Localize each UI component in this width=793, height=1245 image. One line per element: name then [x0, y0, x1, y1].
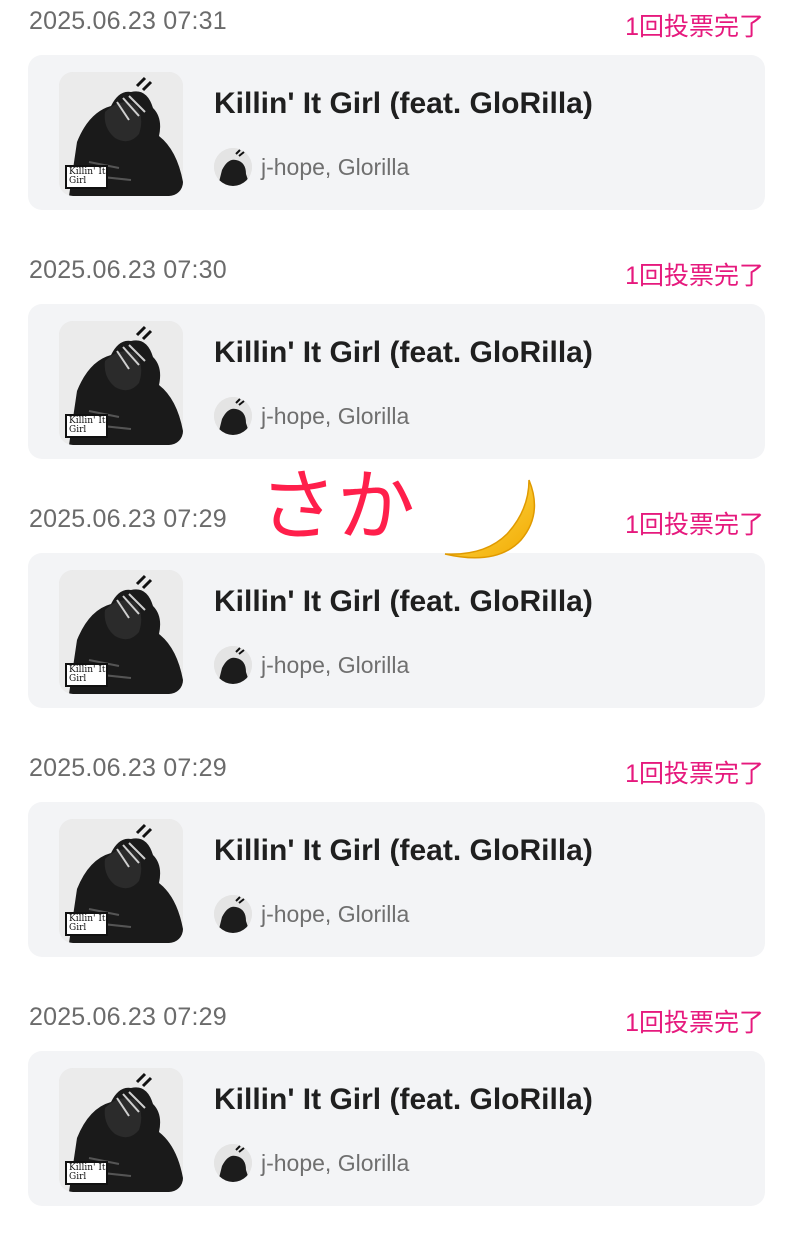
- song-card[interactable]: Killin' It Girl Killin' It Girl (feat. G…: [28, 304, 765, 459]
- album-cover: Killin' It Girl: [59, 1068, 183, 1192]
- artist-avatar: [214, 1144, 252, 1182]
- album-cover: Killin' It Girl: [59, 321, 183, 445]
- cover-title-badge: Killin' It Girl: [65, 414, 108, 438]
- vote-status-label: 1回投票完了: [625, 262, 764, 290]
- artist-avatar: [214, 397, 252, 435]
- artist-name: j-hope, Glorilla: [261, 402, 410, 429]
- artist-avatar: [214, 895, 252, 933]
- vote-history-item: 2025.06.23 07:30 1回投票完了 Killin' It Girl …: [0, 249, 793, 498]
- artist-name: j-hope, Glorilla: [261, 900, 410, 927]
- vote-timestamp: 2025.06.23 07:29: [29, 754, 227, 782]
- vote-timestamp: 2025.06.23 07:31: [29, 7, 227, 35]
- song-title: Killin' It Girl (feat. GloRilla): [214, 1083, 593, 1116]
- vote-timestamp: 2025.06.23 07:29: [29, 505, 227, 533]
- crescent-moon-icon: [437, 474, 545, 568]
- vote-history-item: 2025.06.23 07:29 1回投票完了 Killin' It Girl …: [0, 996, 793, 1245]
- artist-name: j-hope, Glorilla: [261, 1149, 410, 1176]
- artist-row: j-hope, Glorilla: [214, 396, 409, 436]
- song-title: Killin' It Girl (feat. GloRilla): [214, 834, 593, 867]
- cover-title-badge: Killin' It Girl: [65, 165, 108, 189]
- song-card[interactable]: Killin' It Girl Killin' It Girl (feat. G…: [28, 802, 765, 957]
- vote-status-label: 1回投票完了: [625, 760, 764, 788]
- artist-row: j-hope, Glorilla: [214, 894, 409, 934]
- vote-history-item: 2025.06.23 07:31 1回投票完了 Killin' It Girl …: [0, 0, 793, 249]
- artist-name: j-hope, Glorilla: [261, 153, 410, 180]
- song-title: Killin' It Girl (feat. GloRilla): [214, 585, 593, 618]
- artist-avatar: [214, 646, 252, 684]
- overlay-handwritten-text: さか: [259, 462, 416, 552]
- vote-timestamp: 2025.06.23 07:30: [29, 256, 227, 284]
- artist-avatar: [214, 148, 252, 186]
- artist-row: j-hope, Glorilla: [214, 1143, 409, 1183]
- vote-history-item: 2025.06.23 07:29 1回投票完了 Killin' It Girl …: [0, 747, 793, 996]
- song-title: Killin' It Girl (feat. GloRilla): [214, 336, 593, 369]
- song-card[interactable]: Killin' It Girl Killin' It Girl (feat. G…: [28, 1051, 765, 1206]
- vote-timestamp: 2025.06.23 07:29: [29, 1003, 227, 1031]
- cover-title-badge: Killin' It Girl: [65, 912, 108, 936]
- album-cover: Killin' It Girl: [59, 819, 183, 943]
- song-title: Killin' It Girl (feat. GloRilla): [214, 87, 593, 120]
- vote-status-label: 1回投票完了: [625, 1009, 764, 1037]
- artist-row: j-hope, Glorilla: [214, 645, 409, 685]
- album-cover: Killin' It Girl: [59, 72, 183, 196]
- vote-status-label: 1回投票完了: [625, 13, 764, 41]
- cover-title-badge: Killin' It Girl: [65, 1161, 108, 1185]
- artist-row: j-hope, Glorilla: [214, 147, 409, 187]
- cover-title-badge: Killin' It Girl: [65, 663, 108, 687]
- album-cover: Killin' It Girl: [59, 570, 183, 694]
- artist-name: j-hope, Glorilla: [261, 651, 410, 678]
- song-card[interactable]: Killin' It Girl Killin' It Girl (feat. G…: [28, 553, 765, 708]
- song-card[interactable]: Killin' It Girl Killin' It Girl (feat. G…: [28, 55, 765, 210]
- vote-status-label: 1回投票完了: [625, 511, 764, 539]
